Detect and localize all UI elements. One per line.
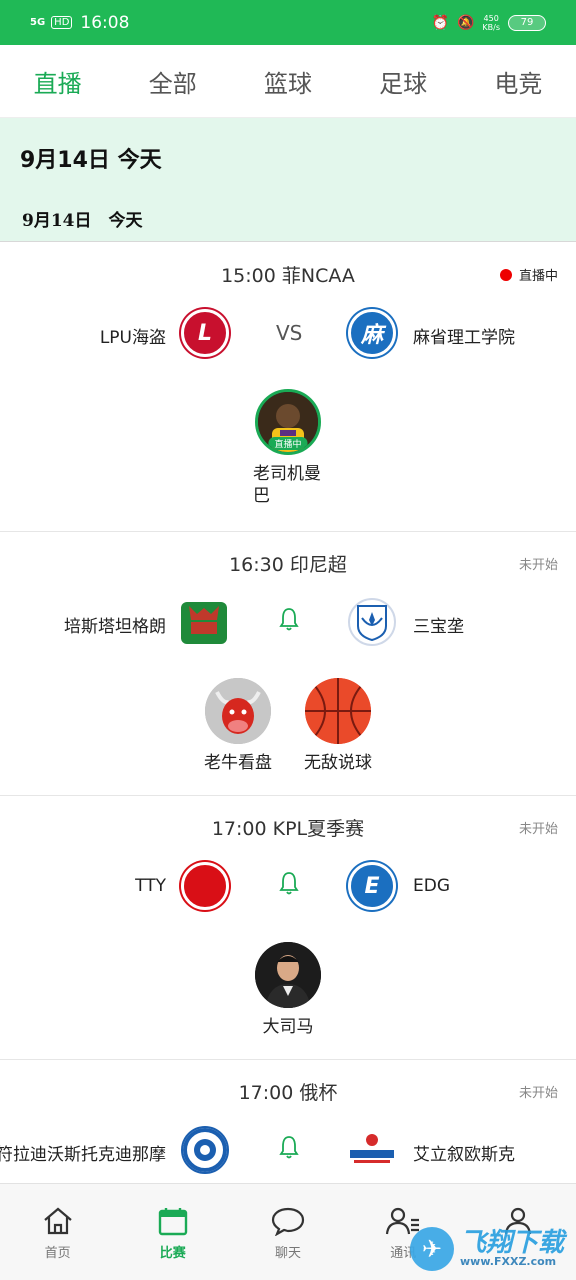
host-name: 无敌说球 — [304, 753, 372, 773]
match-status: 未开始 — [518, 558, 558, 573]
nav-chat[interactable]: 聊天 — [230, 1184, 345, 1280]
host-avatar[interactable] — [205, 678, 271, 744]
away-logo-letter: 麻 — [360, 323, 383, 348]
vs-label: VS — [276, 321, 303, 345]
bull-avatar-icon — [205, 678, 271, 744]
host-photo-icon — [255, 942, 321, 1008]
home-logo-letter: L — [197, 320, 213, 346]
host-name: 大司马 — [262, 1017, 314, 1037]
bell-icon[interactable] — [278, 1134, 300, 1160]
home-crest-icon — [183, 1128, 227, 1172]
basketball-avatar-icon — [305, 678, 371, 744]
nav-matches[interactable]: 比赛 — [115, 1184, 230, 1280]
host-item[interactable]: 直播中 老司机曼巴 — [253, 389, 323, 507]
tab-live[interactable]: 直播 — [28, 64, 88, 99]
watermark: ✈ 飞翔下载 www.FXXZ.com — [410, 1218, 576, 1280]
nav-home-label: 首页 — [44, 1246, 71, 1261]
bell-icon[interactable] — [278, 870, 300, 896]
host-name: 老司机曼巴 — [253, 464, 321, 506]
home-team-name: LPU海盗 — [99, 328, 166, 348]
host-list: 老牛看盘 无敌说球 — [0, 678, 576, 774]
battery-icon: 79 — [508, 14, 546, 31]
speed-unit: KB/s — [482, 22, 500, 32]
bell-icon[interactable] — [278, 606, 300, 632]
match-card[interactable]: 15:00 菲NCAA 直播中 LPU海盗 L VS 麻 麻省理工学院 直播中 — [0, 243, 576, 532]
nav-matches-label: 比赛 — [159, 1246, 186, 1261]
host-avatar[interactable]: 直播中 — [255, 389, 321, 455]
away-team-logo: 麻 — [348, 309, 396, 357]
host-name: 老牛看盘 — [204, 753, 272, 773]
tab-all[interactable]: 全部 — [143, 64, 203, 99]
host-list: 大司马 — [0, 942, 576, 1038]
match-status: 直播中 — [499, 265, 558, 284]
away-team-name: EDG — [413, 876, 451, 896]
watermark-url: www.FXXZ.com — [460, 1255, 557, 1268]
match-time-league: 15:00 菲NCAA — [221, 265, 355, 287]
home-team-name: 符拉迪沃斯托克迪那摩 — [0, 1145, 166, 1165]
calendar-icon — [158, 1208, 187, 1236]
host-item[interactable]: 老牛看盘 — [203, 678, 273, 774]
away-crest-icon — [357, 605, 387, 642]
home-icon — [43, 1207, 72, 1235]
mute-icon: 🔕 — [456, 14, 475, 31]
host-item[interactable]: 无敌说球 — [303, 678, 373, 774]
tab-football[interactable]: 足球 — [373, 64, 433, 99]
network-speed: 450 KB/s — [482, 14, 500, 32]
away-team-logo — [348, 598, 396, 646]
hd-badge: HD — [51, 16, 73, 29]
home-team-logo: L — [181, 309, 229, 357]
home-team-name: 培斯塔坦格朗 — [64, 617, 166, 637]
match-status: 未开始 — [518, 1086, 558, 1101]
match-status-label: 直播中 — [518, 269, 558, 284]
nav-chat-label: 聊天 — [275, 1246, 302, 1261]
network-indicator: 5G — [30, 16, 46, 28]
match-teams: LPU海盗 L VS 麻 麻省理工学院 — [0, 307, 576, 363]
date-subtitle: 9月14日 今天 — [22, 211, 143, 231]
tab-basketball[interactable]: 篮球 — [258, 64, 318, 99]
match-time-league: 17:00 KPL夏季赛 — [211, 818, 365, 840]
match-time-league: 16:30 印尼超 — [229, 554, 347, 576]
host-avatar[interactable] — [305, 678, 371, 744]
away-team-logo: E — [348, 862, 396, 910]
category-tabs: 直播 全部 篮球 足球 电竞 — [0, 45, 576, 118]
speed-value: 450 — [483, 13, 499, 23]
match-teams: TTY E EDG — [0, 860, 576, 916]
status-bar: 5G HD 16:08 ⏰ 🔕 450 KB/s 79 — [0, 0, 576, 45]
host-item[interactable]: 大司马 — [253, 942, 323, 1038]
live-dot-icon — [499, 268, 512, 281]
chat-icon — [271, 1207, 305, 1236]
match-card[interactable]: 17:00 KPL夏季赛 未开始 TTY E EDG 大司马 — [0, 796, 576, 1060]
match-teams: 符拉迪沃斯托克迪那摩 艾立叙欧斯克 — [0, 1124, 576, 1180]
host-avatar[interactable] — [255, 942, 321, 1008]
match-time-league: 17:00 俄杯 — [238, 1082, 338, 1104]
away-team-name: 三宝垄 — [413, 617, 464, 637]
watermark-text: 飞翔下载 — [460, 1228, 565, 1258]
watermark-logo-icon: ✈ — [410, 1227, 454, 1271]
match-card[interactable]: 16:30 印尼超 未开始 培斯塔坦格朗 三宝垄 老牛看盘 无敌说球 — [0, 532, 576, 796]
nav-home[interactable]: 首页 — [0, 1184, 115, 1280]
date-header: 9月14日 今天 9月14日 今天 — [0, 118, 576, 242]
date-title: 9月14日 今天 — [20, 148, 162, 173]
match-card[interactable]: 17:00 俄杯 未开始 符拉迪沃斯托克迪那摩 艾立叙欧斯克 — [0, 1060, 576, 1183]
home-team-logo — [181, 602, 227, 644]
home-crest-icon — [183, 606, 225, 640]
away-crest-icon — [350, 1134, 394, 1163]
home-team-logo — [181, 1126, 229, 1174]
host-live-tag: 直播中 — [268, 437, 308, 450]
match-teams: 培斯塔坦格朗 三宝垄 — [0, 596, 576, 652]
away-logo-letter: E — [364, 873, 380, 899]
home-team-name: TTY — [135, 876, 166, 896]
match-status: 未开始 — [518, 822, 558, 837]
away-team-logo — [348, 1126, 396, 1174]
clock: 16:08 — [80, 12, 130, 33]
host-list: 直播中 老司机曼巴 — [0, 389, 576, 507]
tab-esports[interactable]: 电竞 — [488, 64, 548, 99]
away-team-name: 麻省理工学院 — [413, 328, 515, 348]
away-team-name: 艾立叙欧斯克 — [413, 1145, 515, 1165]
alarm-icon: ⏰ — [431, 14, 449, 31]
home-team-logo — [181, 862, 229, 910]
